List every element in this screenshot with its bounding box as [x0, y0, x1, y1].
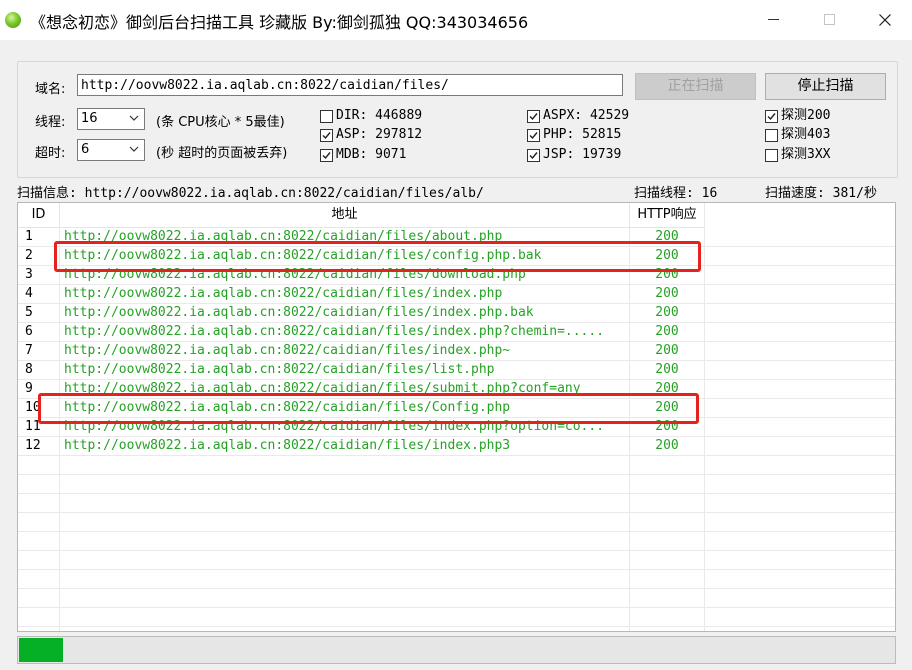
header-http-status[interactable]: HTTP响应: [630, 203, 704, 227]
row-url: http://oovw8022.ia.aqlab.cn:8022/caidian…: [64, 324, 605, 339]
highlight-box: [54, 241, 701, 272]
checkbox-checked-icon: [765, 110, 778, 123]
threads-select[interactable]: 16: [77, 108, 145, 130]
timeout-label: 超时:: [35, 146, 66, 161]
table-row[interactable]: [18, 456, 895, 475]
maximize-button[interactable]: [806, 0, 852, 40]
table-row[interactable]: [18, 570, 895, 589]
table-row[interactable]: [18, 475, 895, 494]
chevron-down-icon: [129, 115, 139, 121]
scan-info: 扫描信息: http://oovw8022.ia.aqlab.cn:8022/c…: [17, 186, 484, 201]
row-id: 9: [25, 381, 33, 396]
header-address[interactable]: 地址: [60, 203, 630, 227]
checkbox-empty-icon: [765, 149, 778, 162]
table-row[interactable]: 12 http://oovw8022.ia.aqlab.cn:8022/caidi…: [18, 437, 895, 456]
table-row[interactable]: 4 http://oovw8022.ia.aqlab.cn:8022/caidia…: [18, 285, 895, 304]
dict-checkbox-label: 探测403: [781, 127, 831, 142]
row-url: http://oovw8022.ia.aqlab.cn:8022/caidian…: [64, 438, 511, 453]
title-bar: 《想念初恋》御剑后台扫描工具 珍藏版 By:御剑孤独 QQ:343034656: [0, 0, 912, 40]
dict-checkbox-label: 探测200: [781, 108, 831, 123]
row-http-code: 200: [655, 362, 679, 377]
table-row[interactable]: [18, 494, 895, 513]
checkbox-checked-icon: [527, 110, 540, 123]
table-row[interactable]: [18, 551, 895, 570]
table-row[interactable]: [18, 589, 895, 608]
close-button[interactable]: [862, 0, 908, 40]
dict-checkbox-label: DIR: 446889: [336, 108, 423, 123]
row-http-code: 200: [655, 305, 679, 320]
checkbox-checked-icon: [527, 149, 540, 162]
row-id: 7: [25, 343, 33, 358]
row-url: http://oovw8022.ia.aqlab.cn:8022/caidian…: [64, 362, 495, 377]
scan-button[interactable]: 正在扫描: [635, 73, 756, 100]
dict-checkbox-label: ASP: 297812: [336, 127, 423, 142]
threads-value: 16: [81, 111, 98, 126]
header-id[interactable]: ID: [18, 203, 60, 227]
threads-hint: (条 CPU核心 * 5最佳): [156, 115, 285, 130]
table-row[interactable]: [18, 513, 895, 532]
table-row[interactable]: 6 http://oovw8022.ia.aqlab.cn:8022/caidia…: [18, 323, 895, 342]
scan-threads: 扫描线程: 16: [634, 186, 718, 201]
row-http-code: 200: [655, 324, 679, 339]
row-id: 3: [25, 267, 33, 282]
checkbox-empty-icon: [765, 129, 778, 142]
table-row[interactable]: 5 http://oovw8022.ia.aqlab.cn:8022/caidia…: [18, 304, 895, 323]
checkbox-checked-icon: [320, 129, 333, 142]
row-http-code: 200: [655, 438, 679, 453]
timeout-select[interactable]: 6: [77, 139, 145, 161]
checkbox-checked-icon: [527, 129, 540, 142]
dict-checkbox-label: 探测3XX: [781, 147, 831, 162]
row-url: http://oovw8022.ia.aqlab.cn:8022/caidian…: [64, 305, 534, 320]
stop-scan-button[interactable]: 停止扫描: [765, 73, 886, 100]
chevron-down-icon: [129, 146, 139, 152]
dict-checkbox-label: ASPX: 42529: [543, 108, 630, 123]
table-row[interactable]: [18, 608, 895, 627]
row-id: 2: [25, 248, 33, 263]
row-http-code: 200: [655, 286, 679, 301]
close-icon: [879, 14, 891, 26]
row-url: http://oovw8022.ia.aqlab.cn:8022/caidian…: [64, 343, 511, 358]
domain-label: 域名:: [35, 82, 66, 97]
row-id: 8: [25, 362, 33, 377]
row-id: 1: [25, 229, 33, 244]
row-id: 6: [25, 324, 33, 339]
maximize-icon: [824, 14, 835, 25]
table-row[interactable]: 8 http://oovw8022.ia.aqlab.cn:8022/caidia…: [18, 361, 895, 380]
highlight-box: [38, 393, 699, 424]
row-http-code: 200: [655, 343, 679, 358]
checkbox-empty-icon: [320, 110, 333, 123]
timeout-value: 6: [81, 142, 90, 157]
row-url: http://oovw8022.ia.aqlab.cn:8022/caidian…: [64, 286, 503, 301]
minimize-button[interactable]: [750, 0, 796, 40]
dict-checkbox-label: JSP: 19739: [543, 147, 622, 162]
table-row[interactable]: [18, 532, 895, 551]
scan-speed: 扫描速度: 381/秒: [765, 186, 877, 201]
row-id: 5: [25, 305, 33, 320]
domain-input[interactable]: http://oovw8022.ia.aqlab.cn:8022/caidian…: [77, 74, 623, 96]
table-header: ID 地址 HTTP响应: [18, 203, 704, 228]
window-title: 《想念初恋》御剑后台扫描工具 珍藏版 By:御剑孤独 QQ:343034656: [30, 13, 529, 32]
row-id: 12: [25, 438, 41, 453]
table-row[interactable]: 7 http://oovw8022.ia.aqlab.cn:8022/caidia…: [18, 342, 895, 361]
app-icon: [5, 12, 21, 28]
timeout-hint: (秒 超时的页面被丢弃): [156, 146, 288, 161]
checkbox-checked-icon: [320, 149, 333, 162]
minimize-icon: [768, 19, 779, 20]
dict-checkbox-label: MDB: 9071: [336, 147, 407, 162]
progress-bar: [17, 636, 896, 664]
progress-fill: [19, 638, 63, 662]
dict-checkbox-label: PHP: 52815: [543, 127, 622, 142]
threads-label: 线程:: [35, 115, 66, 130]
row-id: 4: [25, 286, 33, 301]
